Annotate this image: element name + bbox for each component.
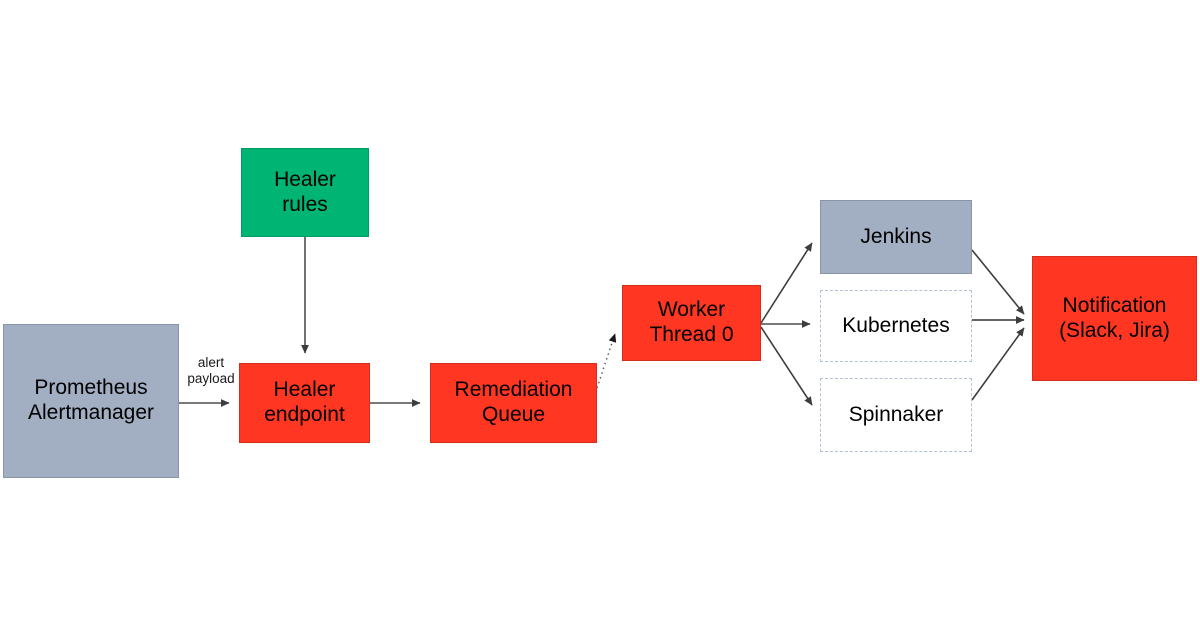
- diagram-canvas: Prometheus Alertmanager Healer rules Hea…: [0, 0, 1200, 630]
- edge-jenkins-to-notification: [971, 249, 1025, 315]
- edge-layer: [179, 237, 1025, 407]
- edge-worker-thread-0-to-jenkins: [760, 242, 813, 324]
- edge-remediation-queue-to-worker-thread-0: [596, 333, 617, 389]
- node-worker-thread-0[interactable]: Worker Thread 0: [622, 285, 761, 361]
- node-jenkins[interactable]: Jenkins: [820, 200, 972, 274]
- edge-spinnaker-to-notification: [971, 327, 1025, 401]
- node-remediation-queue[interactable]: Remediation Queue: [430, 363, 597, 443]
- node-kubernetes[interactable]: Kubernetes: [820, 290, 972, 362]
- edge-worker-thread-0-to-spinnaker: [760, 326, 813, 406]
- node-healer-rules[interactable]: Healer rules: [241, 148, 369, 237]
- node-notification[interactable]: Notification (Slack, Jira): [1032, 256, 1197, 381]
- edge-label-alert-payload: alert payload: [187, 355, 235, 387]
- node-healer-endpoint[interactable]: Healer endpoint: [239, 363, 370, 443]
- node-prometheus-alertmanager[interactable]: Prometheus Alertmanager: [3, 324, 179, 478]
- node-spinnaker[interactable]: Spinnaker: [820, 378, 972, 452]
